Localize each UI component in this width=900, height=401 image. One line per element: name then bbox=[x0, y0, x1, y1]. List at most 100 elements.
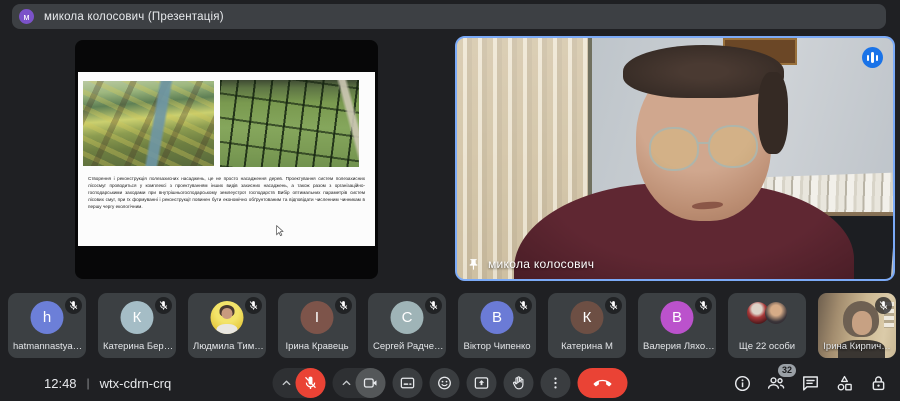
pinned-video-tile[interactable]: микола колосович bbox=[455, 36, 895, 281]
meeting-code: wtx-cdrn-crq bbox=[100, 376, 172, 391]
mic-off-icon bbox=[878, 300, 889, 311]
end-call-button[interactable] bbox=[578, 368, 628, 398]
call-end-icon bbox=[594, 374, 612, 392]
avatar-photo-body bbox=[217, 324, 238, 334]
meet-window: м микола колосович (Презентація) Створен… bbox=[0, 0, 900, 401]
activities-button[interactable] bbox=[834, 373, 854, 393]
glasses-right-lens bbox=[708, 125, 758, 168]
mic-muted-badge bbox=[65, 297, 82, 314]
avatar-letter: h bbox=[43, 309, 51, 326]
mic-mute-button[interactable] bbox=[296, 368, 326, 398]
host-controls-button[interactable] bbox=[868, 373, 888, 393]
audio-level-indicator bbox=[862, 47, 883, 68]
chat-icon bbox=[801, 374, 820, 393]
audio-bar bbox=[867, 55, 870, 61]
avatar-letter: К bbox=[583, 309, 592, 326]
presenter-avatar-letter: м bbox=[23, 12, 29, 22]
chat-panel-button[interactable] bbox=[800, 373, 820, 393]
participant-name: hatmannastya… bbox=[8, 341, 86, 352]
presenter-banner-label: микола колосович (Презентація) bbox=[44, 11, 224, 23]
overflow-count-label: Ще 22 особи bbox=[728, 341, 806, 352]
participant-video-tile[interactable]: Ірина Кирпич… bbox=[818, 293, 896, 358]
more-options-button[interactable] bbox=[541, 368, 571, 398]
mic-off-icon bbox=[608, 300, 619, 311]
separator: | bbox=[87, 376, 90, 390]
mic-muted-badge bbox=[425, 297, 442, 314]
mic-muted-badge bbox=[155, 297, 172, 314]
reactions-button[interactable] bbox=[430, 368, 460, 398]
captions-icon bbox=[400, 375, 416, 391]
camera-icon bbox=[363, 375, 379, 391]
mic-muted-badge bbox=[605, 297, 622, 314]
participant-tile[interactable]: В Валерия Ляхо… bbox=[638, 293, 716, 358]
camera-options-chevron[interactable] bbox=[340, 376, 354, 390]
mic-off-icon bbox=[68, 300, 79, 311]
participant-name: Катерина Бер… bbox=[98, 341, 176, 352]
mic-control-group bbox=[273, 368, 326, 398]
captions-button[interactable] bbox=[393, 368, 423, 398]
mic-muted-badge bbox=[695, 297, 712, 314]
glasses-left-lens bbox=[649, 127, 699, 170]
audio-bar bbox=[876, 55, 879, 61]
mic-muted-badge bbox=[515, 297, 532, 314]
avatar-letter: К bbox=[133, 309, 142, 326]
mic-off-icon bbox=[428, 300, 439, 311]
camera-button[interactable] bbox=[356, 368, 386, 398]
mic-off-icon bbox=[518, 300, 529, 311]
present-screen-icon bbox=[474, 375, 490, 391]
mic-off-icon bbox=[248, 300, 259, 311]
presentation-slide: Створення і реконструкція полезахисних н… bbox=[78, 72, 375, 246]
avatar: К bbox=[121, 301, 154, 334]
avatar-photo bbox=[211, 301, 244, 334]
avatar: І bbox=[301, 301, 334, 334]
mic-options-chevron[interactable] bbox=[280, 376, 294, 390]
camera-control-group bbox=[333, 368, 386, 398]
avatar: К bbox=[571, 301, 604, 334]
mic-muted-badge bbox=[335, 297, 352, 314]
slide-shelterbelt-grid-image bbox=[220, 80, 359, 167]
glasses-bridge bbox=[697, 142, 710, 144]
mic-off-icon bbox=[698, 300, 709, 311]
participant-name: Ірина Кравець bbox=[278, 341, 356, 352]
slide-paragraph: Створення і реконструкція полезахисних н… bbox=[88, 176, 365, 210]
mic-muted-badge bbox=[245, 297, 262, 314]
participant-tile[interactable]: В Віктор Чипенко bbox=[458, 293, 536, 358]
presenter-banner: м микола колосович (Презентація) bbox=[12, 4, 886, 29]
slide-aerial-fields-image bbox=[83, 81, 214, 166]
hand-icon bbox=[511, 375, 527, 391]
participant-name: Катерина М bbox=[548, 341, 626, 352]
overflow-avatars bbox=[747, 302, 787, 324]
participant-tile[interactable]: К Катерина Бер… bbox=[98, 293, 176, 358]
meeting-details-button[interactable] bbox=[732, 373, 752, 393]
participant-name: Ірина Кирпич… bbox=[818, 341, 896, 352]
participant-name: Віктор Чипенко bbox=[458, 341, 536, 352]
more-vertical-icon bbox=[548, 375, 564, 391]
avatar-letter: І bbox=[315, 309, 319, 326]
participant-name: Людмила Тим… bbox=[188, 341, 266, 352]
activities-icon bbox=[835, 374, 854, 393]
participant-tile[interactable]: h hatmannastya… bbox=[8, 293, 86, 358]
present-button[interactable] bbox=[467, 368, 497, 398]
participants-count-badge: 32 bbox=[778, 364, 796, 377]
avatar-letter: В bbox=[492, 309, 502, 326]
webcam-video bbox=[457, 38, 893, 279]
avatar: h bbox=[31, 301, 64, 334]
overflow-participants-tile[interactable]: Ще 22 особи bbox=[728, 293, 806, 358]
screenshare-tile[interactable]: Створення і реконструкція полезахисних н… bbox=[75, 40, 378, 279]
participant-name: Сергей Радче… bbox=[368, 341, 446, 352]
control-bar: 12:48 | wtx-cdrn-crq 32 bbox=[0, 365, 900, 401]
raise-hand-button[interactable] bbox=[504, 368, 534, 398]
mic-off-icon bbox=[338, 300, 349, 311]
thumb-person-face bbox=[852, 311, 872, 334]
participant-tile[interactable]: С Сергей Радче… bbox=[368, 293, 446, 358]
avatar-letter: В bbox=[672, 309, 682, 326]
participant-name: Валерия Ляхо… bbox=[638, 341, 716, 352]
participant-tile[interactable]: Людмила Тим… bbox=[188, 293, 266, 358]
participants-panel-button[interactable]: 32 bbox=[766, 373, 786, 393]
participant-tile[interactable]: К Катерина М bbox=[548, 293, 626, 358]
participant-tile[interactable]: І Ірина Кравець bbox=[278, 293, 356, 358]
avatar: В bbox=[661, 301, 694, 334]
audio-bar bbox=[871, 52, 874, 63]
mouse-cursor-icon bbox=[276, 225, 284, 237]
clock-time: 12:48 bbox=[44, 376, 77, 391]
